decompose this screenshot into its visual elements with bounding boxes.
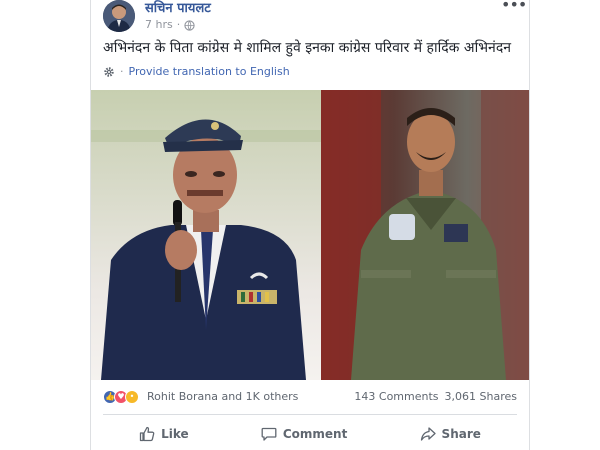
post-stats: 👍 ♥ • Rohit Borana and 1K others 143 Com… xyxy=(103,386,517,408)
comment-button[interactable]: Comment xyxy=(251,422,357,446)
post-card: सचिन पायलट 7 hrs · ••• अभिनंदन के पिता क… xyxy=(90,0,530,450)
author-avatar[interactable] xyxy=(103,0,135,32)
more-options-icon[interactable]: ••• xyxy=(501,0,527,14)
post-timestamp[interactable]: 7 hrs xyxy=(145,17,173,33)
translate-row: · Provide translation to English xyxy=(103,64,290,80)
translate-separator: · xyxy=(120,65,124,78)
post-meta: 7 hrs · xyxy=(145,17,195,33)
meta-separator: · xyxy=(176,18,181,31)
photo-left-panel xyxy=(91,90,321,380)
pilot-portrait-image xyxy=(321,90,529,380)
like-button[interactable]: Like xyxy=(129,422,199,446)
avatar-photo xyxy=(103,0,135,32)
share-arrow-icon xyxy=(420,427,436,441)
engagement-counts: 143 Comments 3,061 Shares xyxy=(354,386,517,408)
share-label: Share xyxy=(441,427,481,441)
reaction-icons[interactable]: 👍 ♥ • xyxy=(103,388,147,406)
comments-count[interactable]: 143 Comments xyxy=(354,386,438,408)
officer-with-microphone-image xyxy=(91,119,321,380)
shares-count[interactable]: 3,061 Shares xyxy=(445,386,517,408)
comment-label: Comment xyxy=(282,427,348,441)
like-label: Like xyxy=(161,427,189,441)
translate-link[interactable]: Provide translation to English xyxy=(129,64,290,80)
post-text: अभिनंदन के पिता कांग्रेस मे शामिल हुवे इ… xyxy=(103,40,512,56)
author-name[interactable]: सचिन पायलट xyxy=(145,0,211,18)
globe-icon xyxy=(184,19,195,31)
likes-summary[interactable]: Rohit Borana and 1K others xyxy=(147,386,298,408)
comment-icon xyxy=(261,427,277,441)
share-button[interactable]: Share xyxy=(410,422,491,446)
stats-divider xyxy=(103,414,517,415)
photo-right-panel xyxy=(321,90,529,380)
gear-icon xyxy=(104,67,114,77)
wow-reaction-icon: • xyxy=(125,390,139,404)
action-bar: Like Comment Share xyxy=(103,418,517,450)
thumbs-up-icon xyxy=(139,426,155,442)
post-photo[interactable] xyxy=(91,90,529,380)
